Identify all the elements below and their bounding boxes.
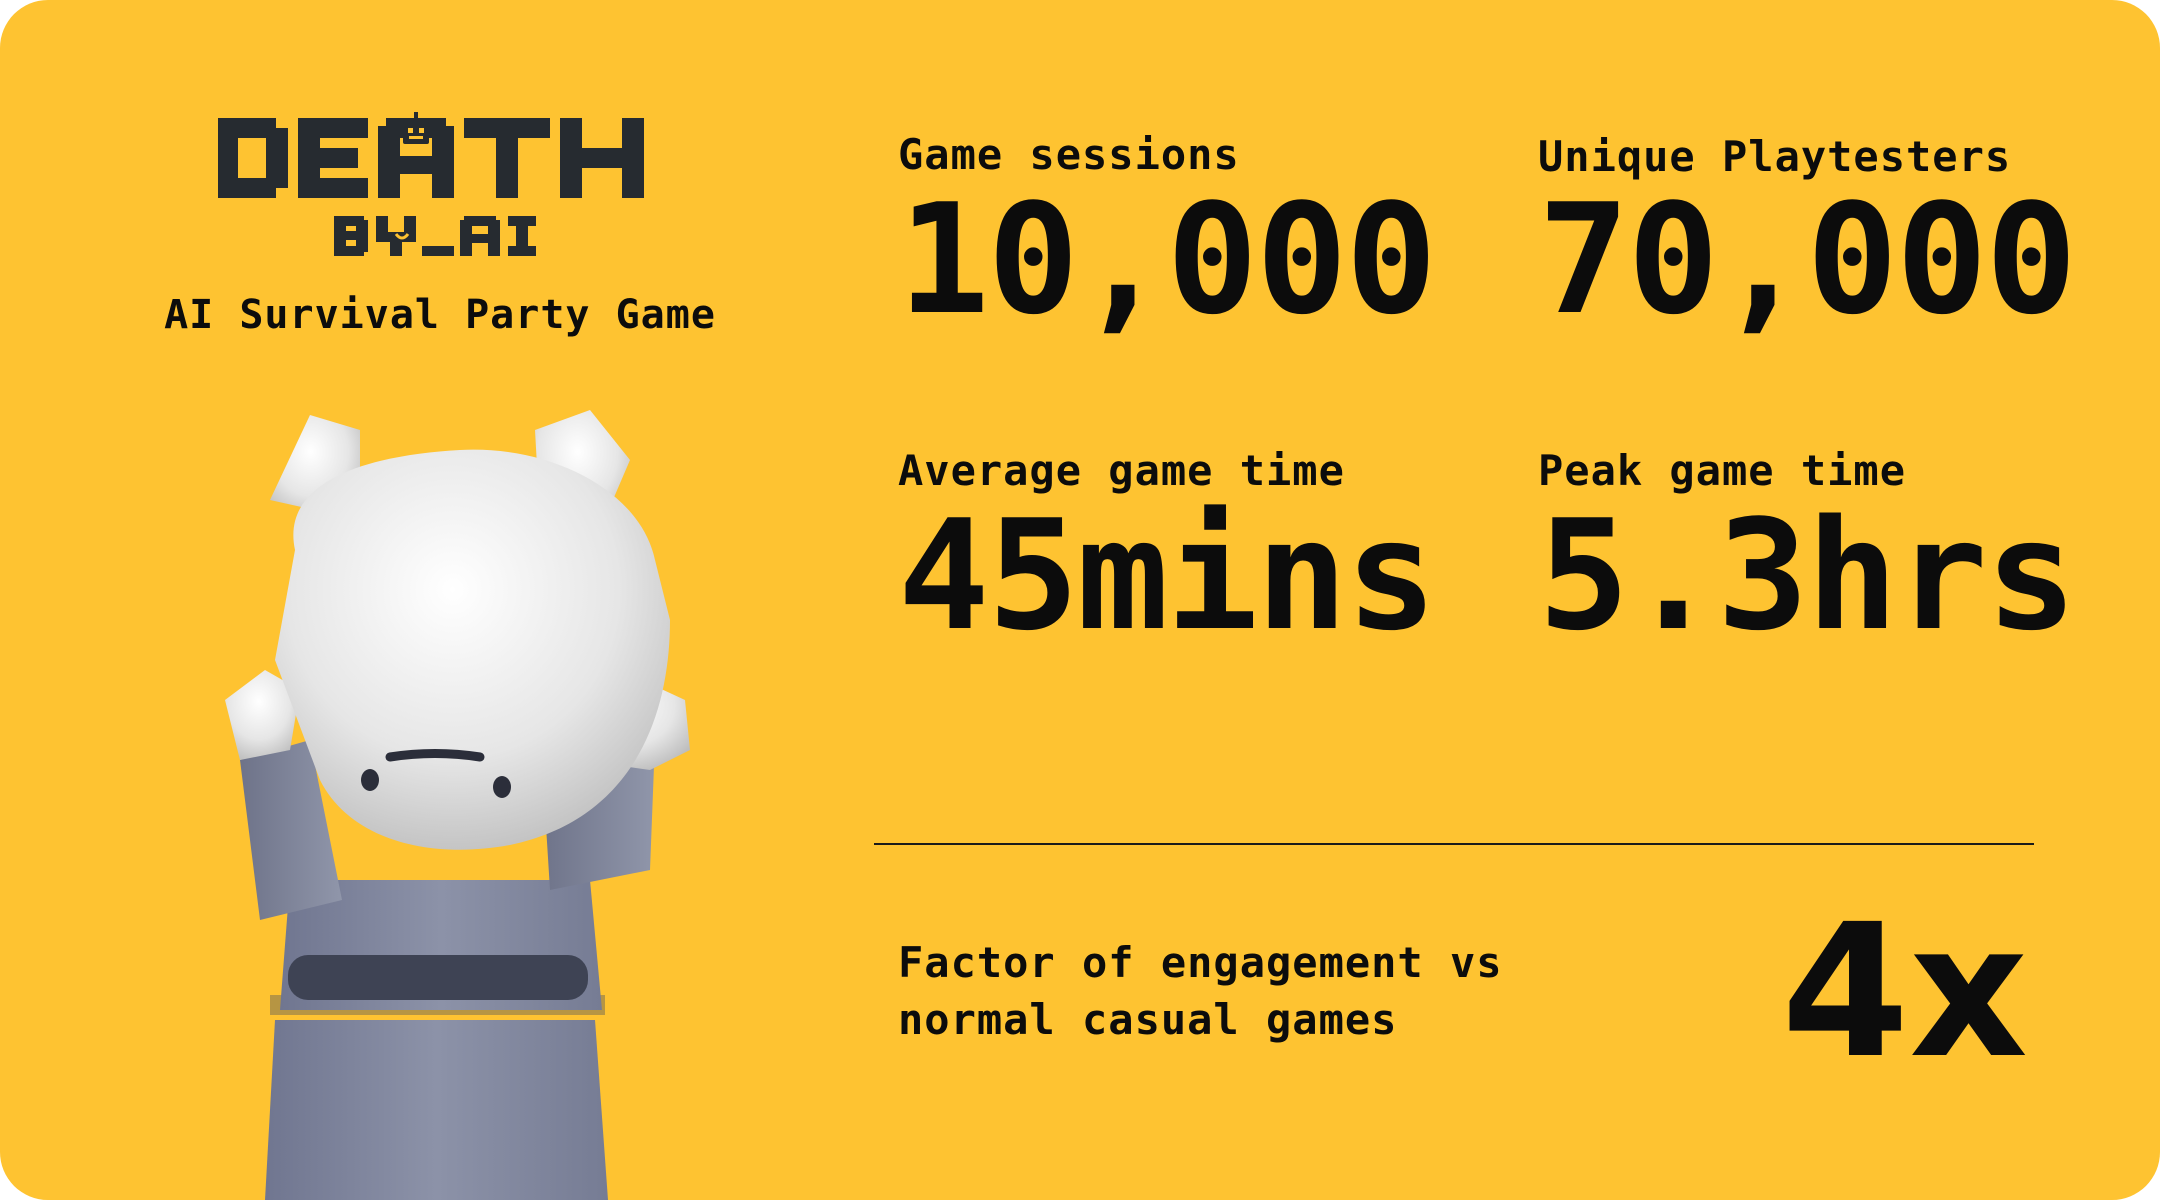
stat-value-average-game-time: 45mins bbox=[898, 487, 1437, 664]
death-by-ai-logo bbox=[218, 112, 644, 256]
divider bbox=[874, 843, 2034, 845]
tagline: AI Survival Party Game bbox=[164, 292, 716, 338]
stat-value-peak-game-time: 5.3hrs bbox=[1538, 487, 2077, 664]
stats-card: AI Survival Party Game Game sessions 10,… bbox=[0, 0, 2160, 1200]
engagement-value: 4x bbox=[1781, 885, 2028, 1099]
stat-value-unique-playtesters: 70,000 bbox=[1538, 171, 2077, 348]
engagement-label: Factor of engagement vs normal casual ga… bbox=[898, 934, 1578, 1048]
engagement-label-line1: Factor of engagement vs bbox=[898, 938, 1503, 987]
engagement-label-line2: normal casual games bbox=[898, 995, 1398, 1044]
stat-value-game-sessions: 10,000 bbox=[898, 171, 1437, 348]
robot-mascot-holding-head-icon bbox=[225, 410, 690, 1200]
